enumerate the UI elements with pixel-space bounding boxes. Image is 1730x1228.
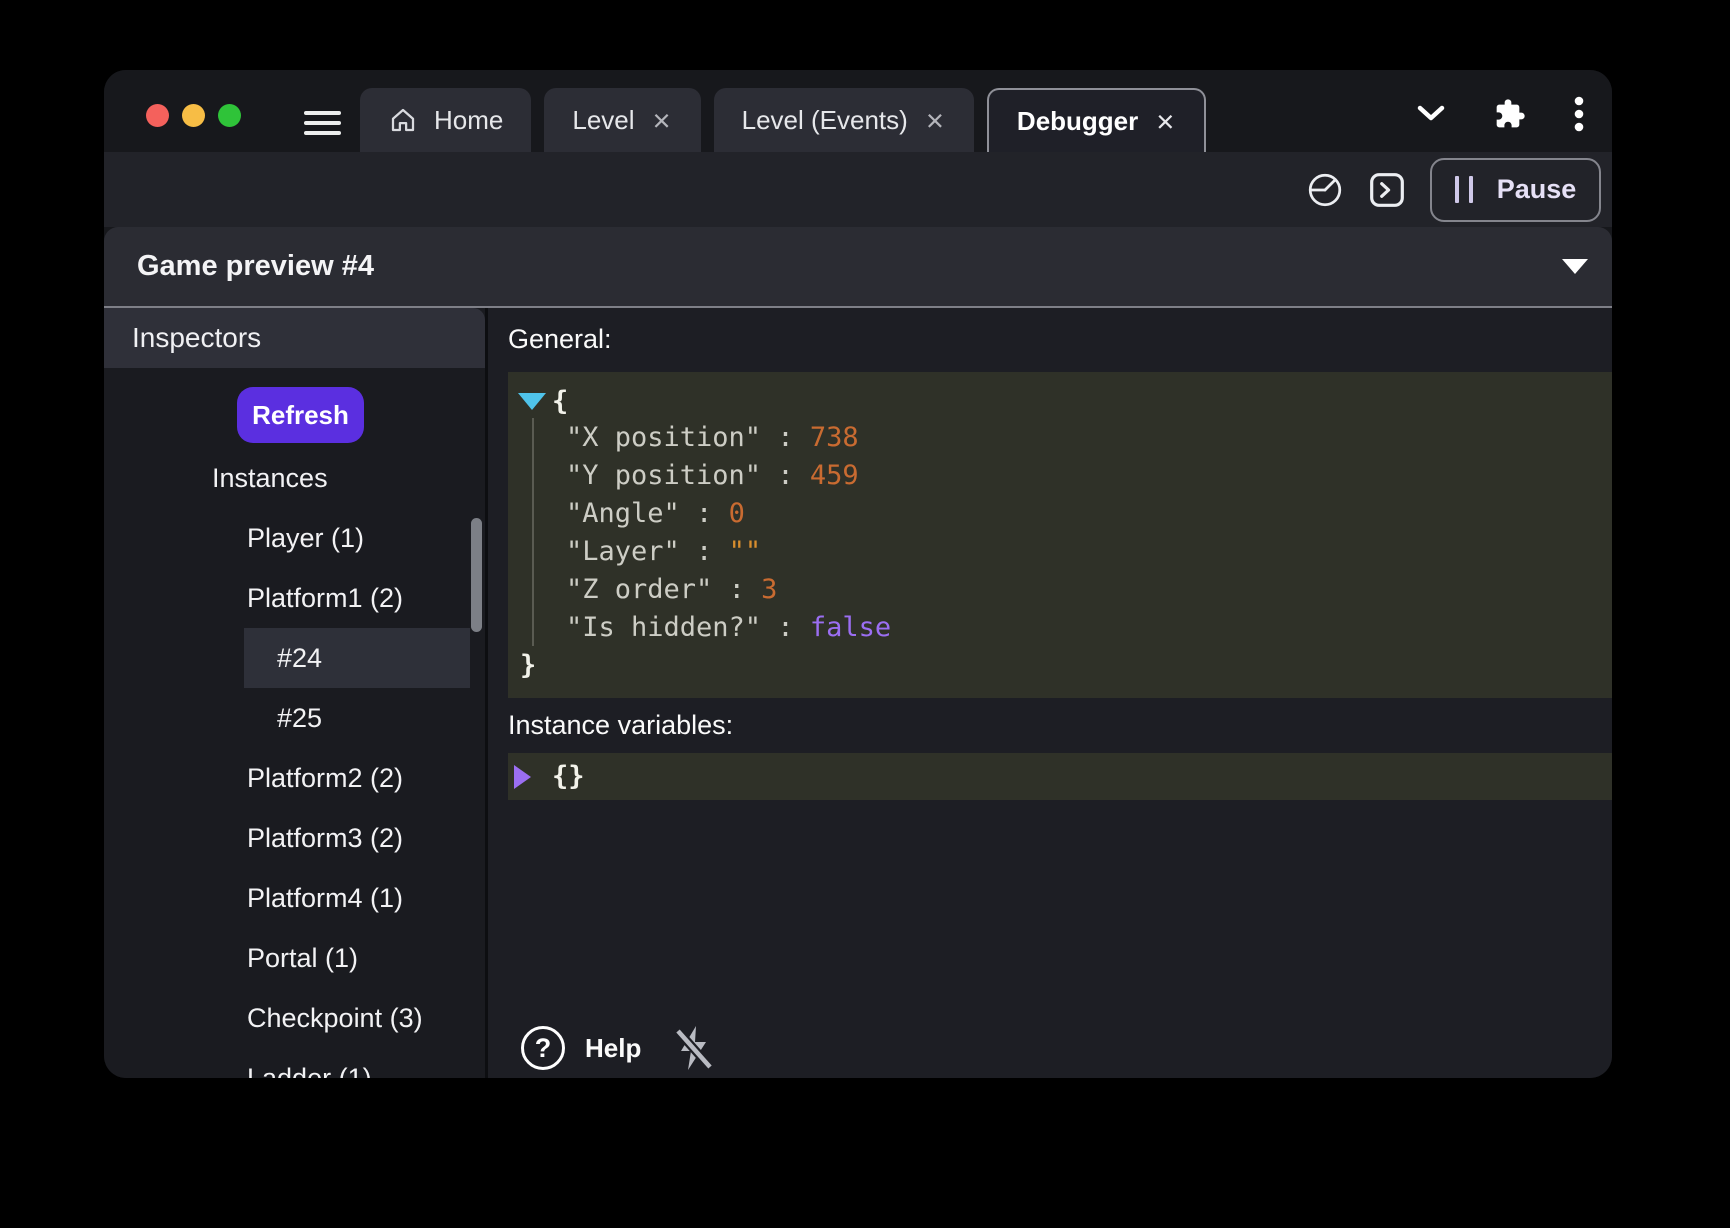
json-separator: : — [761, 422, 810, 453]
close-tab-icon[interactable]: × — [651, 105, 673, 136]
zoom-window-button[interactable] — [218, 104, 241, 127]
tab-label: Level — [572, 105, 634, 136]
general-properties-panel: { "X position" : 738"Y position" : 459"A… — [508, 372, 1612, 698]
tree-item[interactable]: Ladder (1) — [104, 1048, 485, 1078]
inspector-detail-panel: General: { "X position" : 738"Y position… — [488, 308, 1612, 1078]
tab-bar: Home Level × Level (Events) × Debugger × — [360, 88, 1206, 152]
open-brace: { — [552, 386, 568, 417]
tree-item[interactable]: Instances — [104, 448, 485, 508]
hamburger-menu-icon[interactable] — [304, 111, 341, 135]
tree-item-label: Portal (1) — [247, 943, 358, 974]
extensions-puzzle-icon[interactable] — [1494, 98, 1526, 130]
chevron-down-icon[interactable] — [1416, 105, 1446, 123]
instance-variables-label: Instance variables: — [508, 710, 733, 741]
tree-item[interactable]: Checkpoint (3) — [104, 988, 485, 1048]
json-property-row: "X position" : 738 — [566, 418, 1612, 456]
tab-label: Home — [434, 105, 503, 136]
json-property-value: 3 — [761, 574, 777, 605]
tab-home[interactable]: Home — [360, 88, 531, 152]
tab-debugger[interactable]: Debugger × — [987, 88, 1206, 152]
json-separator: : — [712, 574, 761, 605]
help-label: Help — [585, 1033, 641, 1064]
close-brace: } — [520, 650, 536, 681]
tree-item-label: Instances — [212, 463, 328, 494]
home-icon — [388, 105, 418, 135]
json-property-key: "X position" — [566, 422, 761, 453]
flash-off-icon[interactable] — [673, 1024, 715, 1072]
json-property-row: "Angle" : 0 — [566, 494, 1612, 532]
tab-level[interactable]: Level × — [544, 88, 700, 152]
kebab-menu-icon[interactable] — [1574, 96, 1584, 132]
object-properties: "X position" : 738"Y position" : 459"Ang… — [532, 418, 1612, 646]
sidebar-scrollbar-thumb[interactable] — [471, 518, 482, 632]
collapse-object-icon[interactable] — [518, 393, 546, 410]
tree-item-label: Player (1) — [247, 523, 364, 554]
instance-variables-panel: {} — [508, 753, 1612, 800]
json-property-row: "Z order" : 3 — [566, 570, 1612, 608]
pause-button[interactable]: Pause — [1430, 158, 1601, 222]
close-window-button[interactable] — [146, 104, 169, 127]
app-window: Home Level × Level (Events) × Debugger × — [104, 70, 1612, 1078]
inspectors-sidebar: Inspectors Refresh Instances Player (1) Pl… — [104, 308, 485, 1078]
tree-item[interactable]: Player (1) — [104, 508, 485, 568]
pause-button-label: Pause — [1497, 174, 1577, 205]
tab-label: Level (Events) — [742, 105, 908, 136]
help-row: ? Help — [521, 1024, 715, 1072]
tree-item[interactable]: #25 — [104, 688, 485, 748]
json-property-value: "" — [729, 536, 762, 567]
inspectors-header: Inspectors — [104, 308, 485, 368]
json-separator: : — [680, 498, 729, 529]
tree-item-label: #25 — [277, 703, 322, 734]
json-property-key: "Angle" — [566, 498, 680, 529]
performance-profiler-icon[interactable] — [1306, 171, 1344, 209]
tree-item-label: Platform2 (2) — [247, 763, 403, 794]
json-property-key: "Is hidden?" — [566, 612, 761, 643]
tree-item[interactable]: Platform4 (1) — [104, 868, 485, 928]
tree-item-label: Checkpoint (3) — [247, 1003, 423, 1034]
minimize-window-button[interactable] — [182, 104, 205, 127]
refresh-button[interactable]: Refresh — [237, 387, 364, 443]
json-property-key: "Y position" — [566, 460, 761, 491]
json-property-value: 459 — [810, 460, 859, 491]
tree-item[interactable]: Platform3 (2) — [104, 808, 485, 868]
tree-item[interactable]: Platform2 (2) — [104, 748, 485, 808]
json-property-row: "Y position" : 459 — [566, 456, 1612, 494]
tab-label: Debugger — [1017, 106, 1138, 137]
json-property-key: "Z order" — [566, 574, 712, 605]
dropdown-caret-icon — [1562, 259, 1588, 274]
console-icon[interactable] — [1368, 171, 1406, 209]
json-property-value: 0 — [729, 498, 745, 529]
json-separator: : — [761, 460, 810, 491]
title-bar: Home Level × Level (Events) × Debugger × — [104, 70, 1612, 152]
instances-tree: Instances Player (1) Platform1 (2) #24 #25 Pl… — [104, 448, 485, 1078]
json-separator: : — [761, 612, 810, 643]
json-property-row: "Layer" : "" — [566, 532, 1612, 570]
general-section-label: General: — [508, 324, 612, 355]
tree-item[interactable]: Portal (1) — [104, 928, 485, 988]
json-separator: : — [680, 536, 729, 567]
tree-item-label: Platform1 (2) — [247, 583, 403, 614]
tab-level-events[interactable]: Level (Events) × — [714, 88, 974, 152]
help-icon[interactable]: ? — [521, 1026, 565, 1070]
preview-selector[interactable]: Game preview #4 — [104, 227, 1612, 308]
tree-item-label: Platform4 (1) — [247, 883, 403, 914]
debugger-toolbar: Pause — [104, 152, 1612, 227]
tree-item-label: #24 — [277, 643, 322, 674]
tree-item-label: Platform3 (2) — [247, 823, 403, 854]
json-property-row: "Is hidden?" : false — [566, 608, 1612, 646]
close-tab-icon[interactable]: × — [1154, 106, 1176, 137]
traffic-lights — [146, 104, 241, 127]
tree-item[interactable]: Platform1 (2) — [104, 568, 485, 628]
json-property-key: "Layer" — [566, 536, 680, 567]
json-property-value: 738 — [810, 422, 859, 453]
preview-selector-label: Game preview #4 — [137, 250, 374, 283]
tree-item-label: Ladder (1) — [247, 1063, 372, 1079]
expand-variables-icon[interactable] — [514, 765, 531, 789]
close-tab-icon[interactable]: × — [924, 105, 946, 136]
titlebar-actions — [1416, 94, 1584, 134]
json-property-value: false — [810, 612, 891, 643]
tree-item-selected[interactable]: #24 — [244, 628, 470, 688]
instance-variables-value: {} — [552, 761, 585, 792]
pause-icon — [1455, 176, 1473, 203]
